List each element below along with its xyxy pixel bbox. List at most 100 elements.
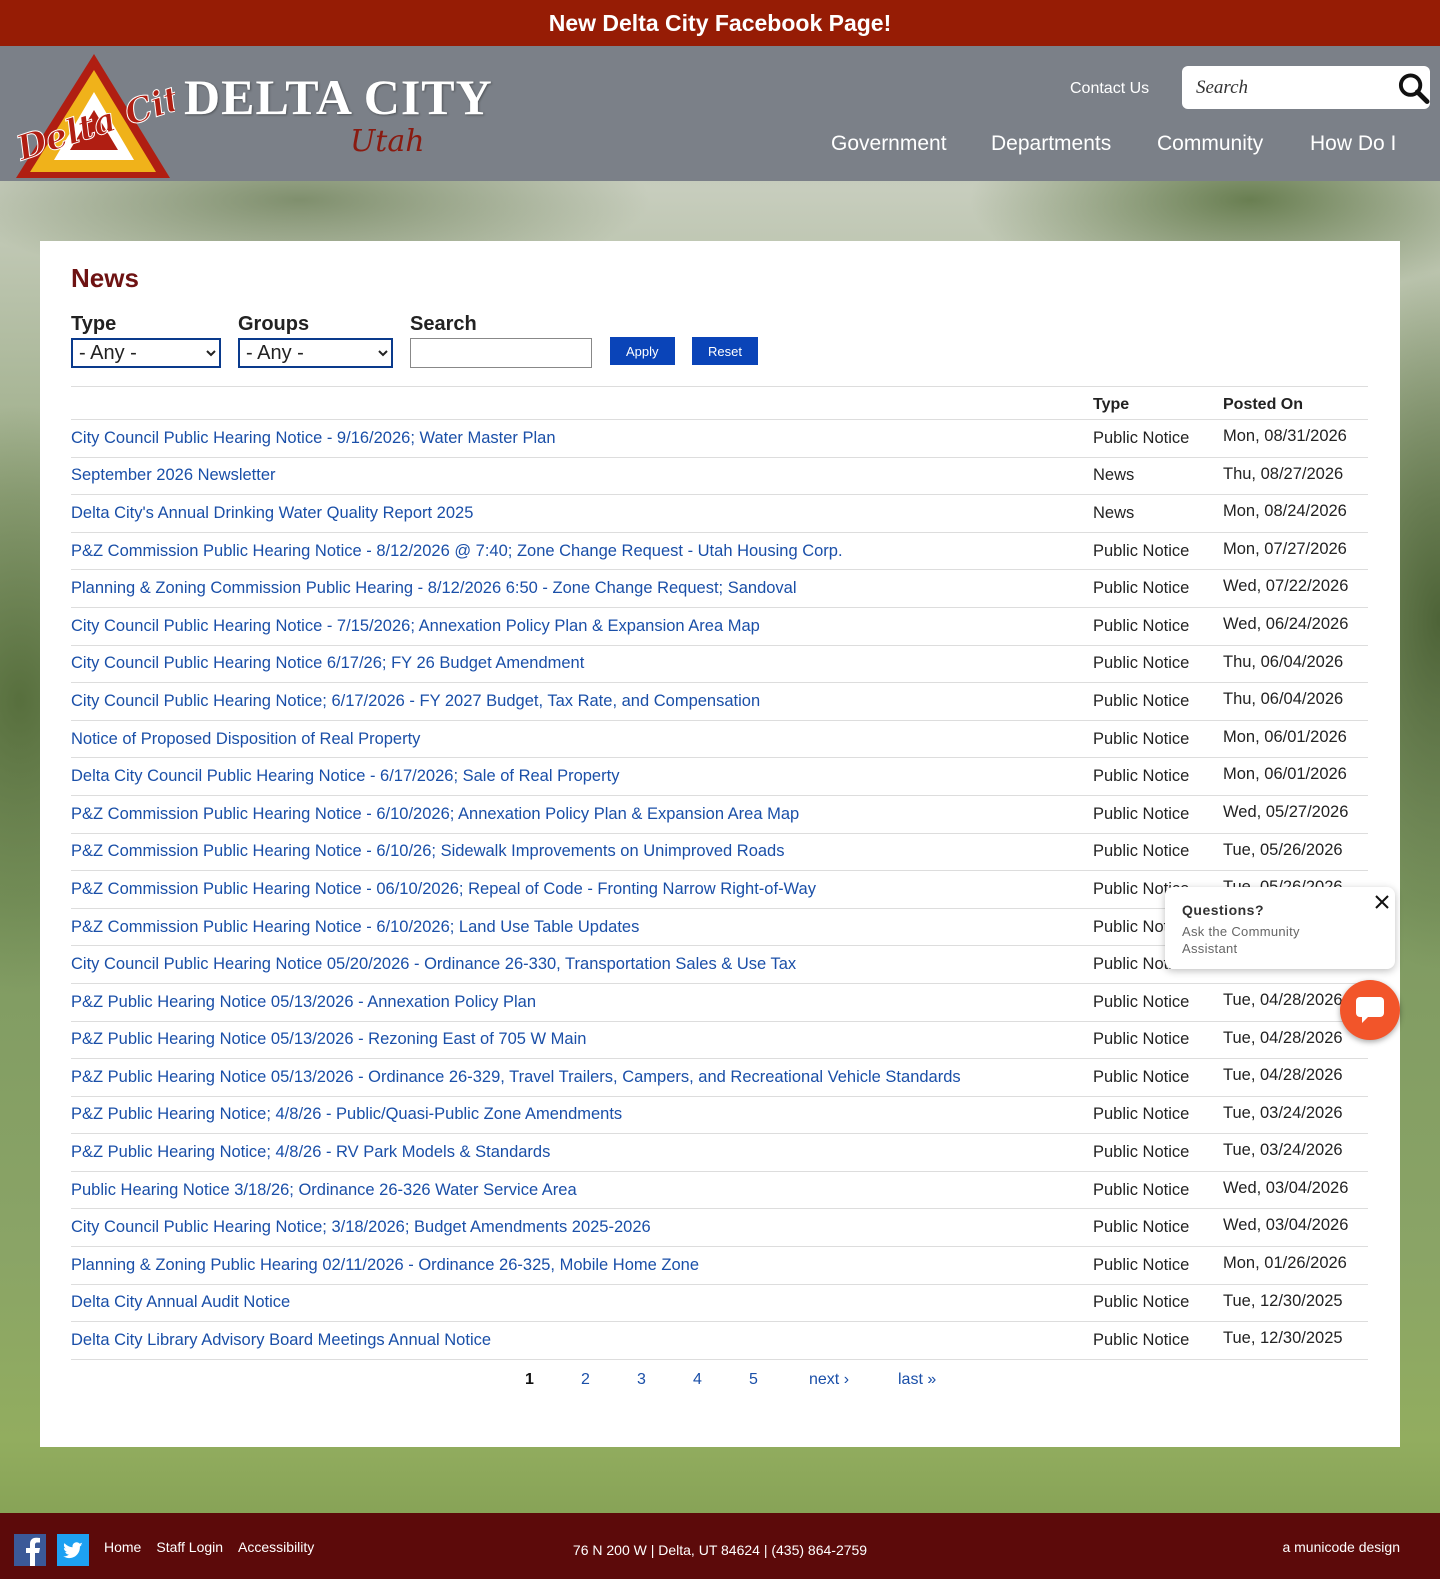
type-filter-select[interactable]: - Any - <box>71 338 221 368</box>
search-icon[interactable] <box>1397 71 1430 105</box>
news-item-link[interactable]: P&Z Commission Public Hearing Notice - 6… <box>71 842 784 860</box>
footer-credit[interactable]: a municode design <box>1282 1539 1400 1555</box>
news-date-cell: Thu, 06/04/2026 <box>1223 645 1368 684</box>
news-type-cell: News <box>1093 457 1223 496</box>
news-date-cell: Wed, 05/27/2026 <box>1223 795 1368 834</box>
news-title-cell: P&Z Commission Public Hearing Notice - 6… <box>71 908 1093 947</box>
news-title-cell: Planning & Zoning Commission Public Hear… <box>71 569 1093 608</box>
contact-us-link[interactable]: Contact Us <box>1070 80 1149 98</box>
news-item-link[interactable]: City Council Public Hearing Notice 05/20… <box>71 955 796 973</box>
table-row: Delta City's Annual Drinking Water Quali… <box>71 494 1368 533</box>
table-row: Planning & Zoning Commission Public Hear… <box>71 569 1368 608</box>
chat-launcher-button[interactable] <box>1340 980 1400 1040</box>
news-type-cell: Public Notice <box>1093 569 1223 608</box>
news-type-cell: Public Notice <box>1093 1208 1223 1248</box>
news-item-link[interactable]: City Council Public Hearing Notice; 3/18… <box>71 1218 651 1236</box>
news-item-link[interactable]: Public Hearing Notice 3/18/26; Ordinance… <box>71 1181 577 1199</box>
news-item-link[interactable]: P&Z Commission Public Hearing Notice - 6… <box>71 918 639 936</box>
news-type-cell: Public Notice <box>1093 1096 1223 1135</box>
news-item-link[interactable]: City Council Public Hearing Notice 6/17/… <box>71 654 584 672</box>
news-type-cell: News <box>1093 494 1223 533</box>
news-item-link[interactable]: P&Z Public Hearing Notice 05/13/2026 - O… <box>71 1068 961 1086</box>
news-item-link[interactable]: Delta City Annual Audit Notice <box>71 1293 290 1311</box>
news-item-link[interactable]: P&Z Commission Public Hearing Notice - 6… <box>71 805 799 823</box>
news-item-link[interactable]: Planning & Zoning Public Hearing 02/11/2… <box>71 1256 699 1274</box>
table-row: Delta City Annual Audit Notice Public Not… <box>71 1284 1368 1323</box>
news-title-cell: P&Z Commission Public Hearing Notice - 8… <box>71 532 1093 571</box>
news-date-cell: Mon, 08/24/2026 <box>1223 494 1368 533</box>
news-item-link[interactable]: P&Z Public Hearing Notice 05/13/2026 - R… <box>71 1030 586 1048</box>
news-title-cell: Planning & Zoning Public Hearing 02/11/2… <box>71 1246 1093 1285</box>
nav-departments[interactable]: Departments <box>991 132 1111 156</box>
news-date-cell: Thu, 06/04/2026 <box>1223 682 1368 721</box>
news-date-cell: Tue, 05/26/2026 <box>1223 833 1368 872</box>
news-title-cell: P&Z Public Hearing Notice 05/13/2026 - A… <box>71 983 1093 1022</box>
table-row: P&Z Public Hearing Notice 05/13/2026 - O… <box>71 1058 1368 1097</box>
news-title-cell: City Council Public Hearing Notice - 9/1… <box>71 419 1093 458</box>
table-row: P&Z Commission Public Hearing Notice - 8… <box>71 532 1368 571</box>
header-title <box>71 386 1093 420</box>
groups-filter: Groups - Any - <box>238 313 393 368</box>
news-type-cell: Public Notice <box>1093 419 1223 458</box>
table-row: Notice of Proposed Disposition of Real P… <box>71 720 1368 759</box>
news-item-link[interactable]: Planning & Zoning Commission Public Hear… <box>71 579 797 597</box>
pager-last[interactable]: last » <box>898 1371 936 1389</box>
news-item-link[interactable]: P&Z Public Hearing Notice 05/13/2026 - A… <box>71 993 536 1011</box>
pager-next[interactable]: next › <box>809 1371 849 1389</box>
news-item-link[interactable]: City Council Public Hearing Notice - 7/1… <box>71 617 760 635</box>
news-item-link[interactable]: P&Z Public Hearing Notice; 4/8/26 - Publ… <box>71 1105 622 1123</box>
news-item-link[interactable]: September 2026 Newsletter <box>71 466 276 484</box>
pager: 1 2 3 4 5 next › last » <box>40 1371 1400 1395</box>
news-item-link[interactable]: Delta City Library Advisory Board Meetin… <box>71 1331 491 1349</box>
news-item-link[interactable]: City Council Public Hearing Notice - 9/1… <box>71 429 556 447</box>
news-item-link[interactable]: P&Z Public Hearing Notice; 4/8/26 - RV P… <box>71 1143 550 1161</box>
news-type-cell: Public Notice <box>1093 833 1223 872</box>
news-date-cell: Mon, 06/01/2026 <box>1223 757 1368 796</box>
news-date-cell: Wed, 03/04/2026 <box>1223 1171 1368 1210</box>
pager-page-5[interactable]: 5 <box>749 1371 758 1389</box>
news-date-cell: Mon, 08/31/2026 <box>1223 419 1368 458</box>
news-item-link[interactable]: P&Z Commission Public Hearing Notice - 0… <box>71 880 816 898</box>
nav-community[interactable]: Community <box>1157 132 1263 156</box>
news-date-cell: Tue, 04/28/2026 <box>1223 1058 1368 1097</box>
search-filter-label: Search <box>410 313 477 335</box>
banner-text[interactable]: New Delta City Facebook Page! <box>549 10 892 37</box>
news-item-link[interactable]: Delta City Council Public Hearing Notice… <box>71 767 619 785</box>
news-search-input[interactable] <box>410 338 592 368</box>
table-row: P&Z Public Hearing Notice 05/13/2026 - A… <box>71 983 1368 1022</box>
nav-government[interactable]: Government <box>831 132 947 156</box>
table-row: P&Z Commission Public Hearing Notice - 6… <box>71 795 1368 834</box>
close-icon[interactable]: X <box>1373 893 1391 911</box>
delta-city-logo-icon[interactable]: Delta City <box>10 52 175 180</box>
chat-popup[interactable]: Questions? Ask the Community Assistant X <box>1165 887 1395 969</box>
news-title-cell: P&Z Commission Public Hearing Notice - 6… <box>71 795 1093 834</box>
groups-filter-select[interactable]: - Any - <box>238 338 393 368</box>
announcement-banner[interactable]: New Delta City Facebook Page! <box>0 0 1440 46</box>
news-title-cell: P&Z Public Hearing Notice 05/13/2026 - R… <box>71 1021 1093 1060</box>
news-item-link[interactable]: City Council Public Hearing Notice; 6/17… <box>71 692 760 710</box>
table-row: City Council Public Hearing Notice - 7/1… <box>71 607 1368 646</box>
site-logo-title[interactable]: DELTA CITY <box>184 68 493 126</box>
site-logo-subtitle: Utah <box>350 124 425 159</box>
news-type-cell: Public Notice <box>1093 1171 1223 1210</box>
pager-page-2[interactable]: 2 <box>581 1371 590 1389</box>
reset-button[interactable]: Reset <box>692 337 758 365</box>
table-row: Delta City Council Public Hearing Notice… <box>71 757 1368 796</box>
news-type-cell: Public Notice <box>1093 1133 1223 1172</box>
header-posted-on: Posted On <box>1223 386 1368 420</box>
chat-icon <box>1356 997 1384 1023</box>
table-row: City Council Public Hearing Notice 6/17/… <box>71 645 1368 684</box>
pager-page-4[interactable]: 4 <box>693 1371 702 1389</box>
table-row: P&Z Commission Public Hearing Notice - 6… <box>71 833 1368 872</box>
search-filter: Search <box>410 313 592 368</box>
type-filter: Type - Any - <box>71 313 221 368</box>
news-item-link[interactable]: Notice of Proposed Disposition of Real P… <box>71 730 420 748</box>
site-search-input[interactable] <box>1196 69 1391 106</box>
apply-button[interactable]: Apply <box>610 337 675 365</box>
site-footer: Home Staff Login Accessibility 76 N 200 … <box>0 1513 1440 1579</box>
news-date-cell: Mon, 07/27/2026 <box>1223 532 1368 571</box>
news-item-link[interactable]: Delta City's Annual Drinking Water Quali… <box>71 504 473 522</box>
news-item-link[interactable]: P&Z Commission Public Hearing Notice - 8… <box>71 542 843 560</box>
nav-how-do-i[interactable]: How Do I <box>1310 132 1396 156</box>
pager-page-3[interactable]: 3 <box>637 1371 646 1389</box>
